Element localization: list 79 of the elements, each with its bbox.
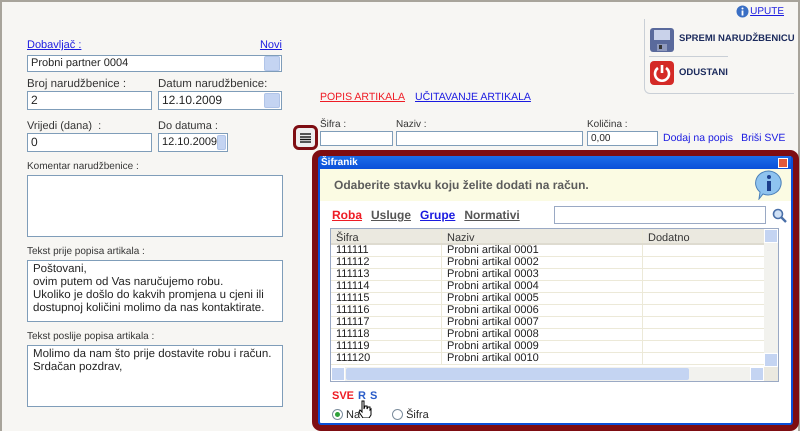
list-button[interactable] [293, 125, 318, 150]
vertical-scrollbar[interactable] [764, 228, 778, 367]
order-number-field[interactable]: 2 [27, 90, 152, 110]
supplier-select[interactable]: Probni partner 0004 [27, 54, 282, 72]
field-label: Tekst poslije popisa artikala : [27, 330, 156, 342]
table-cell: Probni artikal 0001 [442, 244, 643, 256]
table-cell: 111112 [331, 256, 442, 268]
text-area[interactable] [27, 174, 283, 236]
letter-filter-link[interactable]: SVE [332, 388, 354, 404]
radio-button[interactable] [392, 409, 404, 420]
search-icon[interactable] [772, 208, 787, 223]
action-link[interactable]: Dodaj na popis [663, 132, 734, 145]
radio-button[interactable] [332, 409, 343, 420]
radio-option[interactable]: Na [332, 406, 360, 423]
power-icon [649, 60, 675, 86]
close-button[interactable] [778, 158, 788, 168]
valid-days-field[interactable]: 0 [27, 132, 152, 152]
table-cell: Probni artikal 0009 [442, 340, 643, 352]
radio-option[interactable]: Šifra [392, 406, 429, 423]
table-cell: 111111 [331, 244, 442, 256]
field-label: Količina : [587, 119, 629, 131]
save-order-button[interactable]: SPREMI NARUDŽBENICU [649, 23, 795, 56]
table-cell: Probni artikal 0003 [442, 268, 643, 280]
field-label: Vrijedi (dana) : [27, 118, 102, 132]
text-area[interactable]: Molimo da nam što prije dostavite robu i račun. Srdačan pozdrav, [27, 344, 283, 406]
help-link[interactable]: UPUTE [736, 4, 784, 19]
valid-until-select[interactable]: 12.10.2009 [158, 132, 228, 152]
info-icon [736, 5, 750, 18]
horizontal-scrollbar[interactable] [331, 367, 778, 381]
letter-filter-link[interactable]: R [358, 388, 366, 404]
field-label: Broj narudžbenice : [27, 76, 128, 90]
letter-filter-link[interactable]: S [370, 388, 378, 404]
category-tab[interactable]: Usluge [371, 206, 412, 224]
category-tab[interactable]: Roba [332, 206, 362, 224]
table-cell: 111119 [331, 340, 442, 352]
table-cell: 111114 [331, 280, 442, 292]
supplier-link[interactable]: Dobavljač : [27, 37, 82, 54]
table-cell: 111113 [331, 268, 442, 280]
text-area[interactable]: Poštovani, ovim putem od Vas naručujemo robu. Ukoliko je došlo do kakvih promjena u cjeni ili dostupnoj količini molimo da nas kontaktirate. [27, 260, 283, 322]
dialog-title: Šifranik [321, 155, 358, 170]
list-icon [300, 132, 311, 142]
table-cell: Probni artikal 0006 [442, 304, 643, 316]
field-label: Šifra : [320, 119, 348, 131]
new-link[interactable]: Novi [260, 37, 282, 54]
tab[interactable]: UČITAVANJE ARTIKALA [415, 90, 531, 106]
column-header[interactable]: Naziv [442, 228, 643, 242]
column-header[interactable]: Dodatno [643, 228, 764, 242]
table-cell: Probni artikal 0008 [442, 328, 643, 340]
order-date-select[interactable]: 12.10.2009 [158, 90, 282, 110]
category-tab[interactable]: Normativi [464, 206, 520, 224]
field-label: Datum narudžbenice: [158, 76, 268, 90]
field-label: Naziv : [396, 119, 428, 131]
action-link[interactable]: Briši SVE [741, 132, 786, 145]
category-tab[interactable]: Grupe [420, 206, 456, 224]
quantity-field[interactable]: 0,00 [587, 131, 658, 146]
cancel-button[interactable]: ODUSTANI [649, 56, 728, 89]
table-cell: Probni artikal 0004 [442, 280, 643, 292]
table-cell: Probni artikal 0005 [442, 292, 643, 304]
table-cell: Probni artikal 0007 [442, 316, 643, 328]
table-cell: 111118 [331, 328, 442, 340]
table-cell: 111116 [331, 304, 442, 316]
search-field[interactable] [554, 206, 766, 224]
table-cell: Probni artikal 0010 [442, 352, 643, 364]
table-cell: 111120 [331, 352, 442, 364]
name-field[interactable] [396, 131, 583, 146]
field-label: Komentar narudžbenice : [27, 160, 140, 172]
table-cell: Probni artikal 0002 [442, 256, 643, 268]
table-cell: 111117 [331, 316, 442, 328]
code-field[interactable] [320, 131, 393, 146]
dropdown-icon[interactable] [217, 134, 226, 150]
info-message: Odaberite stavku koju želite dodati na račun. [334, 177, 589, 194]
info-icon [755, 170, 783, 200]
field-label: Do datuma : [158, 118, 219, 132]
dropdown-icon[interactable] [264, 92, 280, 108]
table-cell: 111115 [331, 292, 442, 304]
dropdown-icon[interactable] [264, 56, 280, 70]
field-label: Tekst prije popisa artikala : [27, 246, 146, 258]
column-header[interactable]: Šifra [331, 228, 442, 242]
tab[interactable]: POPIS ARTIKALA [320, 90, 406, 106]
